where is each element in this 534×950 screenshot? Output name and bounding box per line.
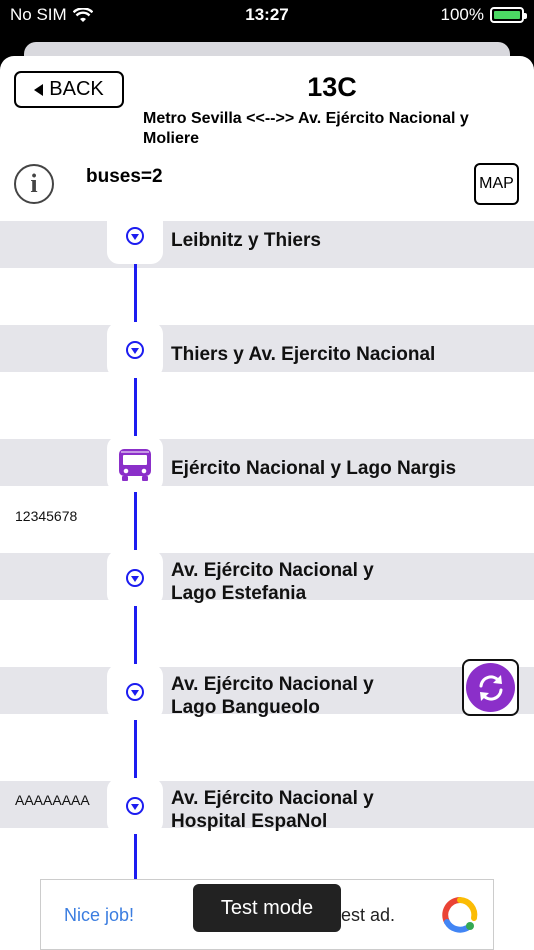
stop-name[interactable]: Av. Ejército Nacional y Hospital EspaNol [171, 787, 391, 833]
back-arrow-icon [34, 83, 44, 96]
toast-message: Test mode [193, 884, 341, 932]
back-label: BACK [49, 78, 104, 100]
route-sheet: BACK 13C Metro Sevilla <<-->> Av. Ejérci… [0, 56, 534, 950]
refresh-button[interactable] [462, 659, 519, 716]
map-button[interactable]: MAP [474, 163, 519, 205]
ad-logo-icon [442, 897, 478, 933]
stop-node [107, 208, 163, 264]
status-right: 100% [440, 5, 527, 25]
stop-node [107, 322, 163, 378]
bus-count: buses=2 [86, 166, 163, 187]
bus-id-label: AAAAAAAA [15, 792, 90, 808]
stop-list[interactable]: Leibnitz y Thiers Thiers y Av. Ejercito … [0, 208, 534, 950]
stop-name[interactable]: Av. Ejército Nacional y Lago Bangueolo [171, 673, 391, 719]
info-icon[interactable]: i [14, 164, 54, 204]
battery-icon [490, 7, 527, 23]
stop-name[interactable]: Thiers y Av. Ejercito Nacional [171, 343, 511, 366]
stop-marker-icon [126, 797, 144, 815]
stop-node [107, 778, 163, 834]
stop-name[interactable]: Av. Ejército Nacional y Lago Estefania [171, 559, 391, 605]
bus-icon[interactable] [117, 446, 153, 482]
status-bar: No SIM 13:27 100% [0, 0, 534, 32]
back-button[interactable]: BACK [14, 71, 124, 108]
bus-id-label: 12345678 [15, 508, 78, 524]
stop-name[interactable]: Ejército Nacional y Lago Nargis [171, 457, 511, 480]
stop-marker-icon [126, 227, 144, 245]
route-name: Metro Sevilla <<-->> Av. Ejército Nacion… [143, 110, 469, 147]
stop-node [107, 550, 163, 606]
stop-name[interactable]: Leibnitz y Thiers [171, 229, 511, 252]
stop-marker-icon [126, 683, 144, 701]
ad-text: est ad. [341, 905, 396, 925]
stop-marker-icon [126, 341, 144, 359]
route-number: 13C [307, 72, 357, 102]
map-label: MAP [479, 175, 514, 192]
stop-marker-icon [126, 569, 144, 587]
stop-node [107, 664, 163, 720]
ad-headline: Nice job! [64, 905, 135, 925]
battery-percent: 100% [440, 5, 484, 24]
refresh-icon [466, 663, 515, 712]
